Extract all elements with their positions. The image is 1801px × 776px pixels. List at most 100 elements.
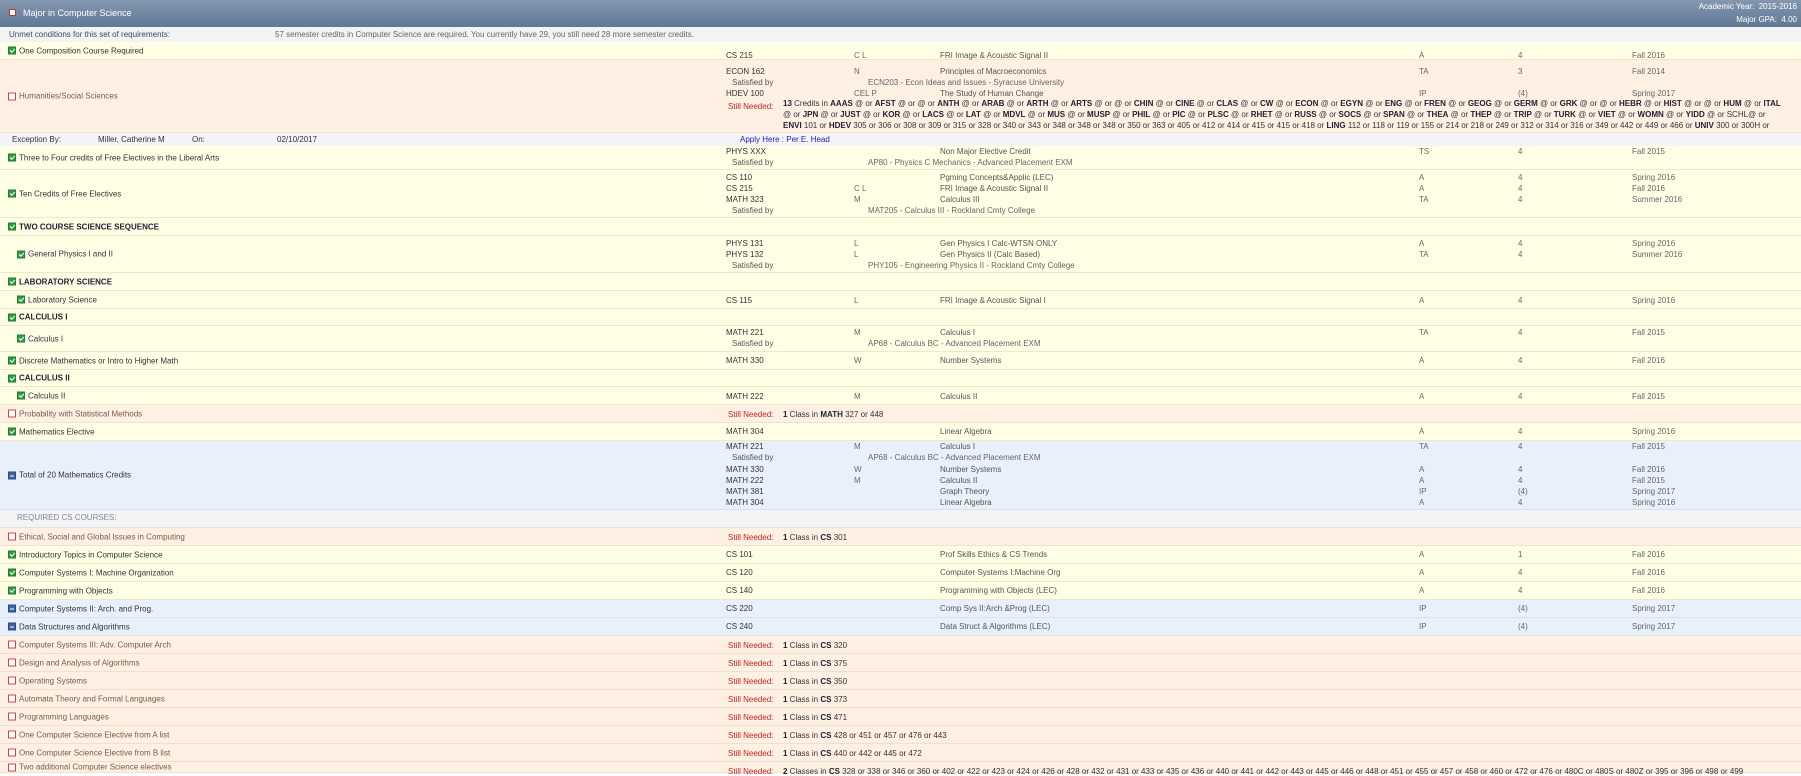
requirement-two_add[interactable]: Two additional Computer Science elective… bbox=[8, 763, 172, 772]
requirement-free_la[interactable]: Three to Four credits of Free Electives … bbox=[8, 153, 219, 162]
still-needed-courses[interactable]: 1 Class in CS 350 bbox=[783, 677, 847, 686]
still-needed-courses[interactable]: 1 Class in CS 301 bbox=[783, 533, 847, 542]
course-code[interactable]: CS 115 bbox=[726, 296, 752, 305]
course-attribute: M bbox=[854, 392, 861, 401]
course-credits: (4) bbox=[1518, 622, 1528, 631]
requirement-row-calc1: Calculus I MATH 221 M Calculus I TA 4 Fall 201… bbox=[0, 326, 1801, 352]
requirement-automata[interactable]: Automata Theory and Formal Languages bbox=[8, 694, 165, 703]
course-code[interactable]: MATH 330 bbox=[726, 465, 764, 474]
checkmark-icon bbox=[8, 427, 16, 436]
still-needed-courses[interactable]: 1 Class in CS 373 bbox=[783, 695, 847, 704]
still-needed-courses[interactable]: 1 Class in CS 320 bbox=[783, 641, 847, 650]
requirement-math_elec[interactable]: Mathematics Elective bbox=[8, 427, 95, 436]
requirement-hum[interactable]: Humanities/Social Sciences bbox=[8, 92, 118, 101]
requirement-two_seq[interactable]: TWO COURSE SCIENCE SEQUENCE bbox=[8, 222, 159, 231]
unchecked-box-icon bbox=[8, 712, 16, 721]
course-code[interactable]: CS 120 bbox=[726, 568, 753, 577]
requirement-calc2_h[interactable]: CALCULUS II bbox=[8, 374, 70, 383]
requirement-discrete[interactable]: Discrete Mathematics or Intro to Higher … bbox=[8, 356, 178, 365]
course-title: Calculus I bbox=[940, 328, 976, 337]
requirement-calc2[interactable]: Calculus II bbox=[17, 391, 65, 400]
requirement-name: Calculus II bbox=[28, 391, 66, 400]
course-code[interactable]: CS 101 bbox=[726, 550, 753, 559]
course-code[interactable]: CS 215 bbox=[726, 51, 753, 60]
requirement-ethics[interactable]: Ethical, Social and Global Issues in Com… bbox=[8, 532, 185, 541]
requirement-ten_free[interactable]: Ten Credits of Free Electives bbox=[8, 189, 121, 198]
still-needed-courses[interactable]: 1 Class in CS 440 or 442 or 445 or 472 bbox=[783, 749, 922, 758]
requirement-prog[interactable]: Programming with Objects bbox=[8, 586, 113, 595]
requirement-name: Ten Credits of Free Electives bbox=[19, 189, 122, 198]
requirement-name: One Computer Science Elective from A lis… bbox=[19, 730, 170, 739]
requirement-elec_b[interactable]: One Computer Science Elective from B lis… bbox=[8, 748, 170, 757]
course-attribute: CEL P bbox=[854, 89, 877, 98]
requirement-name: Computer Systems III: Adv. Computer Arch bbox=[19, 640, 171, 649]
satisfied-by-label: Satisfied by bbox=[732, 261, 774, 270]
requirement-os[interactable]: Operating Systems bbox=[8, 676, 87, 685]
requirement-calc1_h[interactable]: CALCULUS I bbox=[8, 313, 67, 322]
course-grade: TS bbox=[1419, 147, 1430, 156]
requirement-row-lab_sci_h: LABORATORY SCIENCE bbox=[0, 273, 1801, 291]
course-attribute: M bbox=[854, 195, 861, 204]
course-code[interactable]: CS 140 bbox=[726, 586, 753, 595]
requirement-lab_sci_h[interactable]: LABORATORY SCIENCE bbox=[8, 277, 112, 286]
course-grade: A bbox=[1419, 550, 1425, 559]
course-code[interactable]: PHYS 132 bbox=[726, 250, 763, 259]
course-code[interactable]: ECON 162 bbox=[726, 67, 765, 76]
unchecked-box-icon bbox=[8, 658, 16, 667]
still-needed-courses[interactable]: 1 Class in CS 375 bbox=[783, 659, 847, 668]
apply-here-link[interactable]: Apply Here : Per E. Head bbox=[740, 135, 830, 144]
requirement-sys3[interactable]: Computer Systems III: Adv. Computer Arch bbox=[8, 640, 171, 649]
requirement-elec_a[interactable]: One Computer Science Elective from A lis… bbox=[8, 730, 169, 739]
course-code[interactable]: MATH 304 bbox=[726, 498, 764, 507]
requirement-design[interactable]: Design and Analysis of Algorithms bbox=[8, 658, 140, 667]
requirement-prob[interactable]: Probability with Statistical Methods bbox=[8, 409, 142, 418]
requirement-total_math[interactable]: Total of 20 Mathematics Credits bbox=[8, 471, 131, 480]
course-code[interactable]: MATH 381 bbox=[726, 487, 764, 496]
course-code[interactable]: CS 215 bbox=[726, 184, 753, 193]
requirement-name: Data Structures and Algorithms bbox=[19, 622, 130, 631]
course-code[interactable]: MATH 222 bbox=[726, 476, 764, 485]
satisfied-by-label: Satisfied by bbox=[732, 339, 774, 348]
course-code[interactable]: CS 110 bbox=[726, 173, 752, 182]
course-code[interactable]: CS 220 bbox=[726, 604, 753, 613]
checkmark-icon bbox=[8, 568, 16, 577]
course-code[interactable]: MATH 221 bbox=[726, 328, 764, 337]
course-grade: A bbox=[1419, 392, 1425, 401]
course-title: The Study of Human Change bbox=[940, 89, 1044, 98]
course-grade: A bbox=[1419, 173, 1425, 182]
requirement-proglang[interactable]: Programming Languages bbox=[8, 712, 109, 721]
course-term: Fall 2016 bbox=[1632, 465, 1665, 474]
requirement-row-lab_sci: Laboratory Science CS 115 L FRI Image & Aco… bbox=[0, 291, 1801, 309]
course-term: Spring 2016 bbox=[1632, 427, 1676, 436]
course-code[interactable]: MATH 330 bbox=[726, 356, 764, 365]
course-code[interactable]: MATH 221 bbox=[726, 442, 764, 451]
requirement-dsa[interactable]: Data Structures and Algorithms bbox=[8, 622, 130, 631]
requirement-calc1[interactable]: Calculus I bbox=[17, 334, 63, 343]
requirement-sys1[interactable]: Computer Systems I: Machine Organization bbox=[8, 568, 174, 577]
course-code[interactable]: MATH 304 bbox=[726, 427, 764, 436]
course-credits: 4 bbox=[1518, 195, 1523, 204]
exception-by-name: Miller, Catherine M bbox=[98, 135, 165, 144]
requirement-comp[interactable]: One Composition Course Required bbox=[8, 46, 144, 55]
still-needed-courses[interactable]: 1 Class in CS 471 bbox=[783, 713, 847, 722]
still-needed-courses[interactable]: 1 Class in CS 428 or 451 or 457 or 476 o… bbox=[783, 731, 947, 740]
course-grade: TA bbox=[1419, 442, 1429, 451]
requirement-intro[interactable]: Introductory Topics in Computer Science bbox=[8, 550, 162, 559]
still-needed-courses[interactable]: 2 Classes in CS 328 or 338 or 346 or 360… bbox=[783, 767, 1743, 776]
course-code[interactable]: MATH 323 bbox=[726, 195, 764, 204]
course-code[interactable]: PHYS 131 bbox=[726, 239, 763, 248]
requirement-sys2[interactable]: Computer Systems II: Arch. and Prog. bbox=[8, 604, 153, 613]
course-code[interactable]: MATH 222 bbox=[726, 392, 764, 401]
required-cs-section-header: REQUIRED CS COURSES: bbox=[0, 510, 1801, 528]
course-code[interactable]: HDEV 100 bbox=[726, 89, 764, 98]
requirement-name: One Computer Science Elective from B lis… bbox=[19, 748, 171, 757]
requirement-lab_sci[interactable]: Laboratory Science bbox=[17, 295, 97, 304]
academic-year: Academic Year: 2015-2016 bbox=[1698, 2, 1797, 11]
course-code[interactable]: CS 240 bbox=[726, 622, 753, 631]
still-needed-courses[interactable]: 1 Class in MATH 327 or 448 bbox=[783, 410, 883, 419]
required-cs-label: REQUIRED CS COURSES: bbox=[17, 513, 117, 522]
requirement-row-design: Design and Analysis of Algorithms Still N… bbox=[0, 654, 1801, 672]
unchecked-box-icon bbox=[8, 763, 16, 771]
course-code[interactable]: PHYS XXX bbox=[726, 147, 766, 156]
requirement-gen_phys[interactable]: General Physics I and II bbox=[17, 250, 113, 259]
